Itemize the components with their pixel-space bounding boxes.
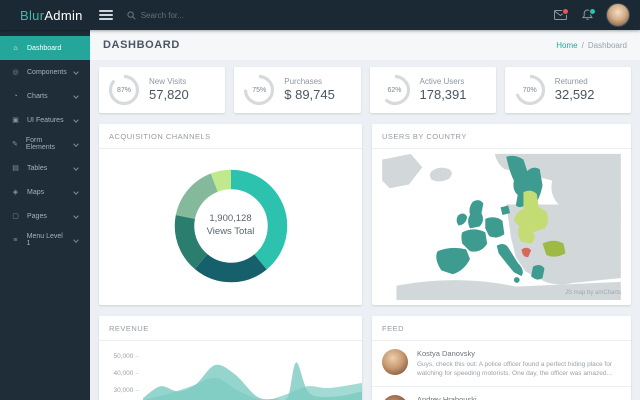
- breadcrumb-current: Dashboard: [588, 41, 627, 50]
- feed-panel: FEED Kostya Danovsky Guys, check this ou…: [372, 316, 631, 400]
- users-by-country-panel: USERS BY COUNTRY: [372, 124, 631, 305]
- bluradmin-app: BlurAdmin: [0, 0, 640, 400]
- europe-map[interactable]: JS map by amCharts: [372, 149, 631, 303]
- chevron-down-icon: [73, 93, 79, 99]
- panel-title: ACQUISITION CHANNELS: [99, 124, 362, 149]
- revenue-panel: REVENUE 50,000–40,000–30,000–: [99, 316, 362, 400]
- sidebar-item-charts[interactable]: ◔ Charts: [0, 84, 90, 108]
- chevron-down-icon: [73, 189, 79, 195]
- feed-user-name: Kostya Danovsky: [417, 349, 621, 360]
- charts-icon: ◔: [11, 93, 20, 100]
- stat-card-purchases: 75% Purchases $ 89,745: [234, 67, 360, 113]
- pages-icon: ▢: [11, 212, 20, 220]
- views-total-label: Views Total: [99, 226, 362, 239]
- stat-value: 32,592: [555, 87, 595, 103]
- breadcrumb: Home / Dashboard: [556, 41, 627, 50]
- revenue-y-axis: 50,000–40,000–30,000–: [99, 351, 141, 400]
- messages-badge: [562, 8, 569, 15]
- sidebar: ⌂ Dashboard ◎ Components ◔ Charts ▣ UI F…: [0, 30, 90, 400]
- sidebar-item-tables[interactable]: ▤ Tables: [0, 156, 90, 180]
- revenue-chart: 50,000–40,000–30,000–: [99, 351, 362, 400]
- ui-features-icon: ▣: [11, 116, 20, 124]
- main-content: DASHBOARD Home / Dashboard 87% New Visit…: [90, 30, 640, 400]
- progress-ring: 70%: [514, 74, 546, 106]
- feed-avatar: [382, 349, 408, 375]
- revenue-area-svg: [143, 351, 362, 400]
- stat-value: $ 89,745: [284, 87, 335, 103]
- sidebar-item-pages[interactable]: ▢ Pages: [0, 204, 90, 228]
- search-bar: [127, 11, 251, 20]
- europe-map-svg: [378, 152, 625, 300]
- stat-percent: 75%: [243, 74, 275, 106]
- home-icon: ⌂: [11, 45, 20, 52]
- menu-level-icon: ≡: [11, 237, 20, 244]
- panel-title: FEED: [372, 316, 631, 341]
- notifications-badge: [589, 8, 596, 15]
- stat-percent: 62%: [379, 74, 411, 106]
- page-title: DASHBOARD: [103, 39, 180, 51]
- progress-ring: 87%: [108, 74, 140, 106]
- chevron-down-icon: [73, 117, 79, 123]
- breadcrumb-home-link[interactable]: Home: [556, 41, 577, 50]
- chevron-down-icon: [73, 213, 79, 219]
- panel-title: REVENUE: [99, 316, 362, 341]
- bottom-row: REVENUE 50,000–40,000–30,000– FEED Kosty…: [90, 305, 640, 400]
- components-icon: ◎: [11, 68, 20, 76]
- chevron-down-icon: [73, 69, 79, 75]
- sidebar-item-components[interactable]: ◎ Components: [0, 60, 90, 84]
- sidebar-item-ui-features[interactable]: ▣ UI Features: [0, 108, 90, 132]
- chevron-down-icon: [73, 141, 78, 146]
- progress-ring: 62%: [379, 74, 411, 106]
- page-header: DASHBOARD Home / Dashboard: [90, 30, 640, 60]
- stat-percent: 70%: [514, 74, 546, 106]
- breadcrumb-separator: /: [582, 41, 584, 50]
- middle-row: ACQUISITION CHANNELS 1,900,128 Views Tot…: [90, 113, 640, 305]
- notifications-button[interactable]: [579, 7, 595, 23]
- menu-toggle-icon[interactable]: [99, 10, 113, 20]
- search-input[interactable]: [141, 11, 251, 20]
- feed-avatar: [382, 395, 408, 400]
- donut-center-label: 1,900,128 Views Total: [99, 213, 362, 239]
- feed-user-name: Andrey Hrabouski: [417, 395, 512, 400]
- stat-card-active-users: 62% Active Users 178,391: [370, 67, 496, 113]
- messages-button[interactable]: [552, 7, 568, 23]
- map-attribution: JS map by amCharts: [565, 290, 621, 296]
- user-avatar[interactable]: [606, 3, 630, 27]
- stat-label: New Visits: [149, 77, 189, 87]
- logo-part-1: Blur: [20, 8, 44, 23]
- stat-label: Returned: [555, 77, 595, 87]
- stats-row: 87% New Visits 57,820 75% Purchases $ 89…: [90, 60, 640, 113]
- sidebar-item-dashboard[interactable]: ⌂ Dashboard: [0, 36, 90, 60]
- tables-icon: ▤: [11, 164, 20, 172]
- stat-card-returned: 70% Returned 32,592: [505, 67, 631, 113]
- navbar-right: [552, 3, 630, 27]
- feed-message: Guys, check this out: A police officer f…: [417, 360, 621, 379]
- stat-value: 178,391: [420, 87, 467, 103]
- search-icon: [127, 11, 136, 20]
- chevron-down-icon: [73, 165, 79, 171]
- stat-value: 57,820: [149, 87, 189, 103]
- stat-percent: 87%: [108, 74, 140, 106]
- acquisition-channels-panel: ACQUISITION CHANNELS 1,900,128 Views Tot…: [99, 124, 362, 305]
- progress-ring: 75%: [243, 74, 275, 106]
- stat-card-new-visits: 87% New Visits 57,820: [99, 67, 225, 113]
- stat-label: Purchases: [284, 77, 335, 87]
- views-total-value: 1,900,128: [99, 213, 362, 226]
- maps-icon: ◈: [11, 188, 20, 196]
- feed-item[interactable]: Kostya Danovsky Guys, check this out: A …: [372, 341, 631, 386]
- sidebar-item-menu-level-1[interactable]: ≡ Menu Level 1: [0, 228, 90, 252]
- app-logo[interactable]: BlurAdmin: [20, 8, 83, 23]
- acquisition-donut-chart: 1,900,128 Views Total: [99, 149, 362, 303]
- sidebar-item-maps[interactable]: ◈ Maps: [0, 180, 90, 204]
- feed-item[interactable]: Andrey Hrabouski Added new video 'Vader …: [372, 386, 631, 400]
- form-elements-icon: ✎: [11, 140, 19, 148]
- top-navbar: BlurAdmin: [0, 0, 640, 30]
- panel-title: USERS BY COUNTRY: [372, 124, 631, 149]
- sidebar-item-form-elements[interactable]: ✎ Form Elements: [0, 132, 90, 156]
- logo-part-2: Admin: [44, 8, 82, 23]
- chevron-down-icon: [73, 237, 79, 243]
- stat-label: Active Users: [420, 77, 467, 87]
